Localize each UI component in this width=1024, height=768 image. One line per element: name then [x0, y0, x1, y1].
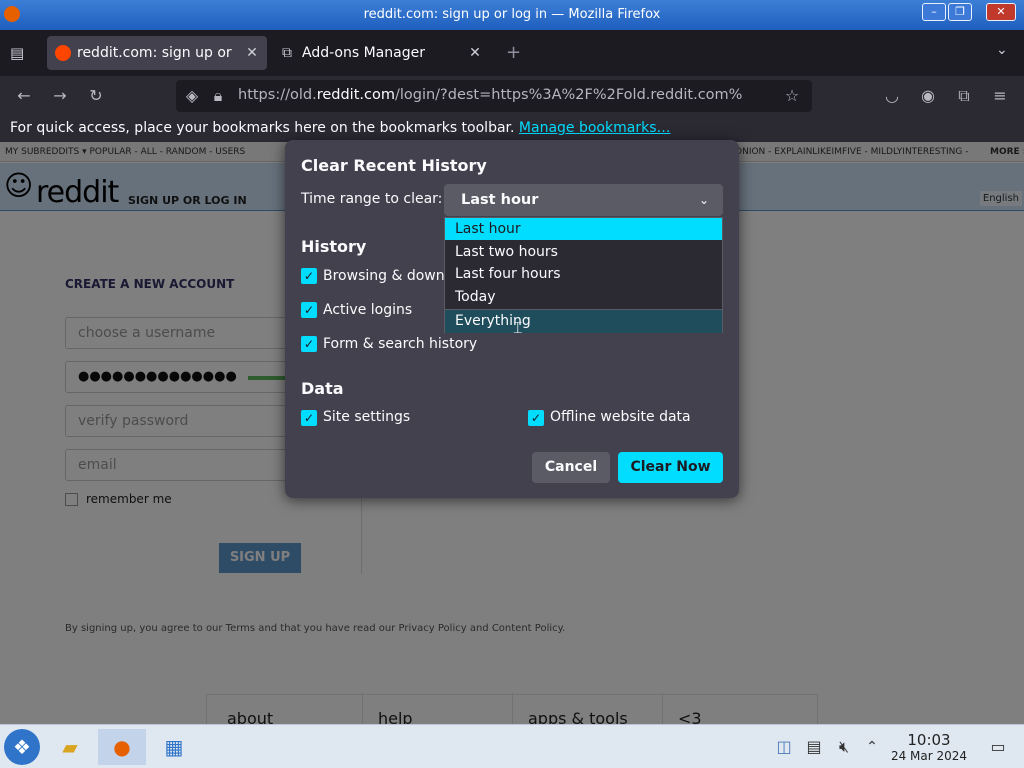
time-range-select[interactable]: Last hour ⌄: [444, 184, 723, 216]
option-last-four-hours[interactable]: Last four hours: [445, 263, 722, 285]
url-text[interactable]: https://old.reddit.com/login/?dest=https…: [238, 87, 743, 103]
data-heading: Data: [301, 379, 344, 398]
close-tab-icon[interactable]: ✕: [466, 36, 484, 70]
url-bar[interactable]: ◈ 🔒︎ https://old.reddit.com/login/?dest=…: [176, 80, 812, 112]
cancel-button[interactable]: Cancel: [532, 452, 610, 483]
window-titlebar: reddit.com: sign up or log in — Mozilla …: [0, 0, 1024, 30]
tab-label: reddit.com: sign up or log in: [77, 45, 237, 61]
tab-label: Add-ons Manager: [302, 45, 425, 61]
active-logins-checkbox[interactable]: ✓: [301, 302, 317, 318]
window-title: reddit.com: sign up or log in — Mozilla …: [363, 7, 661, 22]
start-menu-icon[interactable]: ❖: [4, 729, 40, 765]
firefox-taskbar-icon[interactable]: ●: [98, 729, 146, 765]
forward-icon[interactable]: →: [50, 86, 70, 106]
navigation-toolbar: ← → ↻ ◈ 🔒︎ https://old.reddit.com/login/…: [0, 76, 1024, 116]
time-range-label: Time range to clear:: [301, 191, 443, 207]
option-today[interactable]: Today: [445, 286, 722, 308]
reload-icon[interactable]: ↻: [86, 86, 106, 106]
show-desktop-icon[interactable]: ▭: [980, 729, 1016, 765]
list-tabs-icon[interactable]: ⌄: [996, 42, 1008, 58]
tab-addons[interactable]: ⧉ Add-ons Manager ✕: [276, 36, 490, 70]
bookmark-star-icon[interactable]: ☆: [782, 86, 802, 106]
puzzle-icon: ⧉: [282, 45, 292, 61]
option-everything[interactable]: Everything: [445, 310, 722, 333]
shield-icon[interactable]: ◈: [182, 86, 202, 106]
control-panel-icon[interactable]: ▦: [156, 729, 192, 765]
tab-overview-icon[interactable]: ▤: [10, 44, 24, 62]
offline-data-label[interactable]: Offline website data: [550, 409, 691, 425]
form-history-label[interactable]: Form & search history: [323, 336, 477, 352]
dialog-title: Clear Recent History: [301, 156, 487, 175]
tab-reddit[interactable]: reddit.com: sign up or log in ✕: [47, 36, 267, 70]
bookmarks-toolbar: For quick access, place your bookmarks h…: [0, 116, 1024, 142]
site-settings-label[interactable]: Site settings: [323, 409, 410, 425]
active-logins-label[interactable]: Active logins: [323, 302, 412, 318]
close-window-button[interactable]: ✕: [986, 3, 1016, 21]
time-range-dropdown: Last hour Last two hours Last four hours…: [444, 217, 723, 333]
lock-icon[interactable]: 🔒︎: [208, 86, 228, 106]
account-icon[interactable]: ◉: [918, 86, 938, 106]
clock[interactable]: 10:03 24 Mar 2024: [888, 731, 970, 763]
bookmarks-hint: For quick access, place your bookmarks h…: [10, 120, 515, 136]
manage-bookmarks-link[interactable]: Manage bookmarks…: [519, 120, 671, 136]
menu-icon[interactable]: ≡: [990, 86, 1010, 106]
new-tab-icon[interactable]: +: [506, 42, 521, 63]
taskbar: ❖ ▰ ● ▦ ◫ ▤ 🔇︎ ⌃ 10:03 24 Mar 2024 ▭: [0, 724, 1024, 768]
minimize-button[interactable]: –: [922, 3, 946, 21]
chevron-up-icon[interactable]: ⌃: [854, 729, 890, 765]
option-last-two-hours[interactable]: Last two hours: [445, 241, 722, 263]
reddit-favicon-icon: [55, 45, 71, 61]
chevron-down-icon: ⌄: [698, 193, 709, 207]
history-heading: History: [301, 237, 367, 256]
mouse-cursor-icon: ⌶: [513, 318, 523, 337]
close-tab-icon[interactable]: ✕: [243, 36, 261, 70]
browsing-checkbox[interactable]: ✓: [301, 268, 317, 284]
time-range-value: Last hour: [461, 192, 539, 208]
extensions-icon[interactable]: ⧉: [954, 86, 974, 106]
file-manager-icon[interactable]: ▰: [52, 729, 88, 765]
form-history-checkbox[interactable]: ✓: [301, 336, 317, 352]
option-last-hour[interactable]: Last hour: [445, 218, 722, 240]
maximize-button[interactable]: ❐: [948, 3, 972, 21]
tab-bar: ▤ reddit.com: sign up or log in ✕ ⧉ Add-…: [0, 30, 1024, 76]
offline-data-checkbox[interactable]: ✓: [528, 410, 544, 426]
back-icon[interactable]: ←: [14, 86, 34, 106]
site-settings-checkbox[interactable]: ✓: [301, 410, 317, 426]
pocket-icon[interactable]: ◡: [882, 86, 902, 106]
clear-now-button[interactable]: Clear Now: [618, 452, 723, 483]
